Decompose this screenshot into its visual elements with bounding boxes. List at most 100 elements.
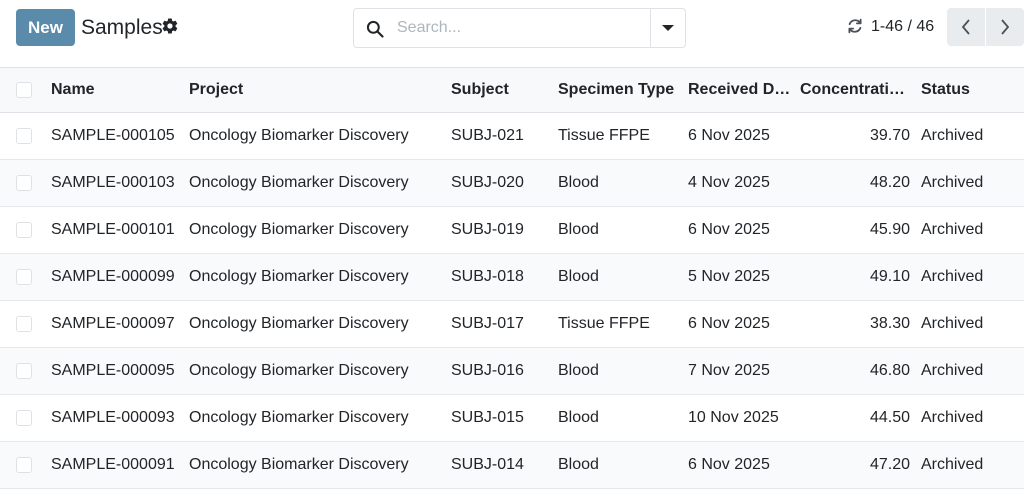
sample-name: SAMPLE-000097: [51, 315, 175, 332]
sample-specimen-type: Blood: [558, 362, 599, 379]
column-header-project[interactable]: Project: [189, 68, 451, 113]
sample-status: Archived: [921, 268, 984, 285]
sample-received-date: 5 Nov 2025: [688, 268, 770, 285]
search-box: [353, 8, 686, 48]
table-row[interactable]: SAMPLE-000103 Oncology Biomarker Discove…: [0, 159, 1024, 207]
chevron-left-icon: [961, 19, 970, 35]
sample-status: Archived: [921, 127, 984, 144]
row-checkbox[interactable]: [16, 175, 32, 191]
sample-project: Oncology Biomarker Discovery: [189, 127, 409, 144]
sample-specimen-type: Blood: [558, 174, 599, 191]
sample-received-date: 6 Nov 2025: [688, 315, 770, 332]
row-checkbox[interactable]: [16, 457, 32, 473]
column-header-subject[interactable]: Subject: [451, 68, 558, 113]
sample-concentration: 47.20: [869, 456, 910, 473]
search-icon: [366, 20, 384, 38]
pager-previous-button[interactable]: [947, 8, 985, 46]
sample-project: Oncology Biomarker Discovery: [189, 268, 409, 285]
page-title: Samples: [81, 16, 163, 39]
sample-name: SAMPLE-000105: [51, 127, 175, 144]
row-checkbox[interactable]: [16, 269, 32, 285]
new-button[interactable]: New: [16, 9, 75, 46]
caret-down-icon: [662, 25, 674, 31]
table-header-row: Name Project Subject Specimen Type Recei…: [0, 67, 1024, 113]
sample-received-date: 7 Nov 2025: [688, 362, 770, 379]
column-header-status[interactable]: Status: [921, 68, 1024, 113]
sample-concentration: 45.90: [869, 221, 910, 238]
table-row[interactable]: SAMPLE-000093 Oncology Biomarker Discove…: [0, 394, 1024, 442]
row-select-cell: [0, 301, 51, 348]
table-row[interactable]: SAMPLE-000099 Oncology Biomarker Discove…: [0, 253, 1024, 301]
sample-received-date: 6 Nov 2025: [688, 456, 770, 473]
search-options-toggle[interactable]: [650, 9, 685, 47]
sample-received-date: 6 Nov 2025: [688, 127, 770, 144]
sample-specimen-type: Blood: [558, 409, 599, 426]
sample-project: Oncology Biomarker Discovery: [189, 315, 409, 332]
row-checkbox[interactable]: [16, 363, 32, 379]
sample-name: SAMPLE-000099: [51, 268, 175, 285]
sample-subject: SUBJ-018: [451, 268, 524, 285]
sample-project: Oncology Biomarker Discovery: [189, 174, 409, 191]
sample-status: Archived: [921, 315, 984, 332]
sample-status: Archived: [921, 221, 984, 238]
select-all-cell: [0, 68, 51, 113]
refresh-icon[interactable]: [846, 17, 864, 35]
control-panel: New Samples 1-46 / 46: [0, 0, 1024, 67]
column-header-name[interactable]: Name: [51, 68, 189, 113]
column-header-concentration[interactable]: Concentrati…: [800, 68, 921, 113]
search-input[interactable]: [397, 9, 647, 47]
sample-received-date: 6 Nov 2025: [688, 221, 770, 238]
sample-project: Oncology Biomarker Discovery: [189, 409, 409, 426]
sample-specimen-type: Blood: [558, 456, 599, 473]
sample-status: Archived: [921, 362, 984, 379]
sample-name: SAMPLE-000095: [51, 362, 175, 379]
row-select-cell: [0, 348, 51, 395]
row-select-cell: [0, 160, 51, 207]
column-header-received-date[interactable]: Received D…: [688, 68, 800, 113]
samples-list-table: Name Project Subject Specimen Type Recei…: [0, 67, 1024, 489]
sample-concentration: 44.50: [869, 409, 910, 426]
sample-project: Oncology Biomarker Discovery: [189, 221, 409, 238]
row-select-cell: [0, 442, 51, 489]
sample-concentration: 49.10: [869, 268, 910, 285]
row-select-cell: [0, 113, 51, 160]
sample-subject: SUBJ-015: [451, 409, 524, 426]
sample-project: Oncology Biomarker Discovery: [189, 456, 409, 473]
sample-subject: SUBJ-019: [451, 221, 524, 238]
row-select-cell: [0, 395, 51, 442]
sample-name: SAMPLE-000091: [51, 456, 175, 473]
pager-value[interactable]: 1-46 / 46: [871, 17, 934, 37]
select-all-checkbox[interactable]: [16, 82, 32, 98]
sample-concentration: 38.30: [869, 315, 910, 332]
sample-received-date: 4 Nov 2025: [688, 174, 770, 191]
row-checkbox[interactable]: [16, 128, 32, 144]
sample-status: Archived: [921, 409, 984, 426]
row-select-cell: [0, 207, 51, 254]
row-select-cell: [0, 254, 51, 301]
sample-concentration: 46.80: [869, 362, 910, 379]
row-checkbox[interactable]: [16, 316, 32, 332]
sample-specimen-type: Blood: [558, 221, 599, 238]
sample-specimen-type: Tissue FFPE: [558, 315, 650, 332]
sample-status: Archived: [921, 174, 984, 191]
sample-name: SAMPLE-000093: [51, 409, 175, 426]
table-row[interactable]: SAMPLE-000091 Oncology Biomarker Discove…: [0, 441, 1024, 489]
table-row[interactable]: SAMPLE-000097 Oncology Biomarker Discove…: [0, 300, 1024, 348]
sample-concentration: 48.20: [869, 174, 910, 191]
table-row[interactable]: SAMPLE-000105 Oncology Biomarker Discove…: [0, 112, 1024, 160]
chevron-right-icon: [1001, 19, 1010, 35]
row-checkbox[interactable]: [16, 222, 32, 238]
sample-subject: SUBJ-020: [451, 174, 524, 191]
sample-status: Archived: [921, 456, 984, 473]
column-header-specimen-type[interactable]: Specimen Type: [558, 68, 688, 113]
table-row[interactable]: SAMPLE-000095 Oncology Biomarker Discove…: [0, 347, 1024, 395]
sample-received-date: 10 Nov 2025: [688, 409, 779, 426]
sample-subject: SUBJ-021: [451, 127, 524, 144]
sample-specimen-type: Blood: [558, 268, 599, 285]
table-row[interactable]: SAMPLE-000101 Oncology Biomarker Discove…: [0, 206, 1024, 254]
pager-next-button[interactable]: [986, 8, 1024, 46]
sample-project: Oncology Biomarker Discovery: [189, 362, 409, 379]
sample-subject: SUBJ-017: [451, 315, 524, 332]
row-checkbox[interactable]: [16, 410, 32, 426]
gear-icon[interactable]: [161, 17, 179, 35]
